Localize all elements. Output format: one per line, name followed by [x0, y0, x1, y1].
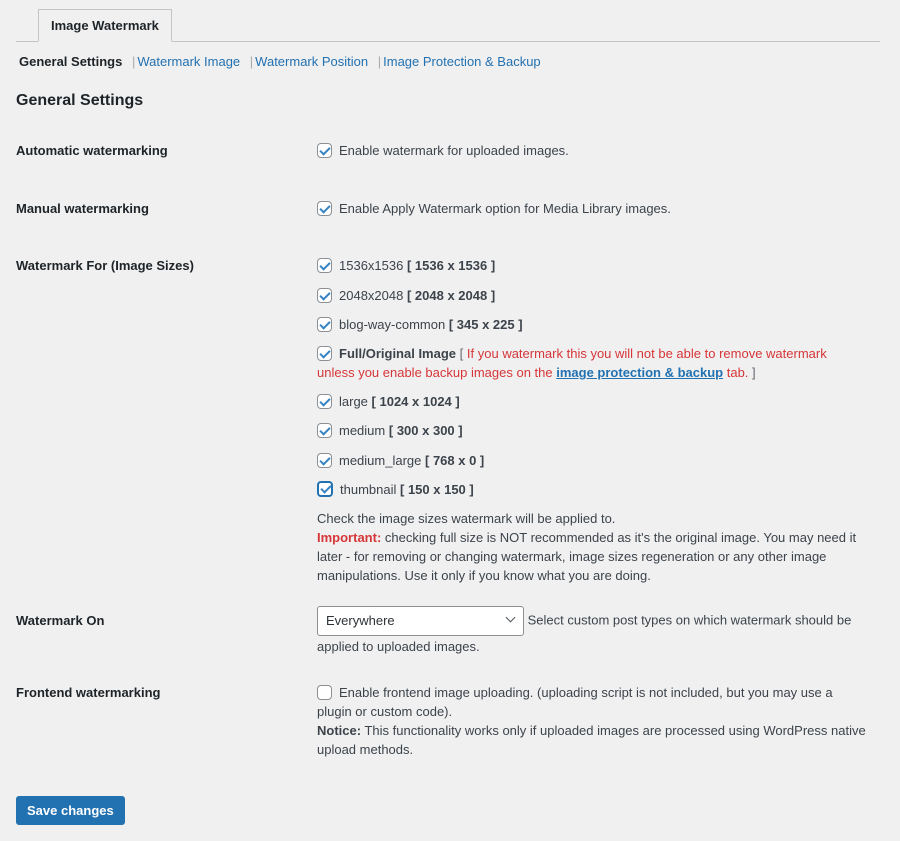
- image-size-checkbox-medium-large[interactable]: [317, 452, 332, 468]
- frontend-notice: Notice: This functionality works only if…: [317, 721, 867, 759]
- subnav-general-settings[interactable]: General Settings: [19, 54, 122, 69]
- image-size-option: 2048x2048 [ 2048 x 2048 ]: [317, 286, 867, 316]
- subnav-watermark-position[interactable]: Watermark Position: [255, 54, 368, 69]
- help-line: Check the image sizes watermark will be …: [317, 510, 616, 526]
- image-size-option: medium_large [ 768 x 0 ]: [317, 451, 867, 481]
- size-name: medium: [339, 423, 386, 438]
- size-dims: [ 300 x 300 ]: [388, 423, 463, 438]
- manual-watermark-checkbox[interactable]: [317, 201, 332, 216]
- image-size-option: blog-way-common [ 345 x 225 ]: [317, 315, 867, 345]
- important-note: Important: checking full size is NOT rec…: [317, 528, 867, 585]
- notice-label: Notice:: [317, 723, 362, 738]
- selected-value: Everywhere: [326, 613, 395, 628]
- frontend-field: Enable frontend image uploading. (upload…: [317, 683, 867, 759]
- size-name: thumbnail: [340, 482, 397, 497]
- important-text: checking full size is NOT recommended as…: [317, 529, 857, 583]
- warning-tail: tab.: [726, 365, 749, 380]
- image-size-checkbox-medium[interactable]: [317, 423, 332, 438]
- watermark-on-select[interactable]: Everywhere: [317, 606, 524, 636]
- image-sizes-field: 1536x1536 [ 1536 x 1536 ] 2048x2048 [ 20…: [317, 256, 867, 585]
- separator: |: [377, 54, 382, 69]
- image-size-option-full: Full/Original Image [ If you watermark t…: [317, 344, 867, 392]
- image-sizes-help: Check the image sizes watermark will be …: [317, 509, 867, 585]
- important-label: Important:: [317, 529, 382, 545]
- bracket-open: [: [459, 345, 464, 361]
- image-size-option: thumbnail [ 150 x 150 ]: [317, 480, 867, 510]
- setting-label: Automatic watermarking: [16, 143, 168, 158]
- size-dims: [ 345 x 225 ]: [448, 317, 523, 332]
- image-size-checkbox-blog-way-common[interactable]: [317, 317, 332, 332]
- chevron-down-icon: [505, 612, 516, 623]
- save-changes-button[interactable]: Save changes: [16, 796, 125, 825]
- automatic-watermark-checkbox[interactable]: [317, 143, 332, 158]
- automatic-watermark-field: Enable watermark for uploaded images.: [317, 141, 867, 161]
- tab-image-watermark[interactable]: Image Watermark: [38, 9, 172, 42]
- size-name: large: [339, 393, 368, 409]
- bracket-close: ]: [752, 365, 756, 380]
- subnav-image-protection-backup[interactable]: Image Protection & Backup: [383, 54, 541, 69]
- image-size-option: medium [ 300 x 300 ]: [317, 421, 867, 451]
- manual-watermark-field: Enable Apply Watermark option for Media …: [317, 199, 867, 219]
- watermark-on-field: Everywhere Select custom post types on w…: [317, 606, 867, 658]
- sub-navigation: General Settings | Watermark Image | Water…: [19, 52, 890, 74]
- image-protection-backup-link[interactable]: image protection & backup: [556, 365, 723, 380]
- image-size-checkbox-thumbnail[interactable]: [317, 481, 333, 497]
- image-size-option: large [ 1024 x 1024 ]: [317, 392, 867, 422]
- image-size-checkbox-2048x2048[interactable]: [317, 287, 332, 303]
- settings-page: Image Watermark General Settings | Waterm…: [0, 0, 900, 112]
- notice-text: This functionality works only if uploade…: [317, 723, 866, 757]
- image-size-option: 1536x1536 [ 1536 x 1536 ]: [317, 256, 867, 286]
- tab-bar: Image Watermark: [16, 0, 880, 42]
- image-size-checkbox-1536x1536[interactable]: [317, 258, 332, 273]
- separator: |: [249, 54, 254, 69]
- setting-label: Manual watermarking: [16, 201, 149, 216]
- checkbox-label: Enable watermark for uploaded images.: [339, 143, 569, 158]
- size-name: Full/Original Image: [339, 345, 457, 361]
- size-dims: [ 2048 x 2048 ]: [406, 287, 496, 303]
- size-name: medium_large: [339, 452, 422, 468]
- separator: |: [131, 54, 136, 69]
- image-size-checkbox-full-original[interactable]: [317, 345, 332, 361]
- setting-label: Watermark For (Image Sizes): [16, 258, 194, 273]
- size-dims: [ 768 x 0 ]: [425, 452, 485, 468]
- frontend-upload-checkbox[interactable]: [317, 685, 332, 700]
- image-size-checkbox-large[interactable]: [317, 393, 332, 409]
- subnav-watermark-image[interactable]: Watermark Image: [137, 54, 240, 69]
- section-title: General Settings: [16, 92, 144, 109]
- checkbox-label: Enable frontend image uploading. (upload…: [317, 685, 833, 719]
- setting-label: Frontend watermarking: [16, 685, 161, 700]
- size-dims: [ 1024 x 1024 ]: [371, 393, 460, 409]
- size-name: 2048x2048: [339, 287, 404, 303]
- size-name: blog-way-common: [339, 317, 446, 332]
- checkbox-label: Enable Apply Watermark option for Media …: [339, 201, 671, 216]
- size-name: 1536x1536: [339, 258, 404, 273]
- frontend-option: Enable frontend image uploading. (upload…: [317, 683, 867, 721]
- setting-label: Watermark On: [16, 613, 105, 628]
- size-dims: [ 150 x 150 ]: [400, 482, 474, 497]
- size-dims: [ 1536 x 1536 ]: [406, 258, 496, 273]
